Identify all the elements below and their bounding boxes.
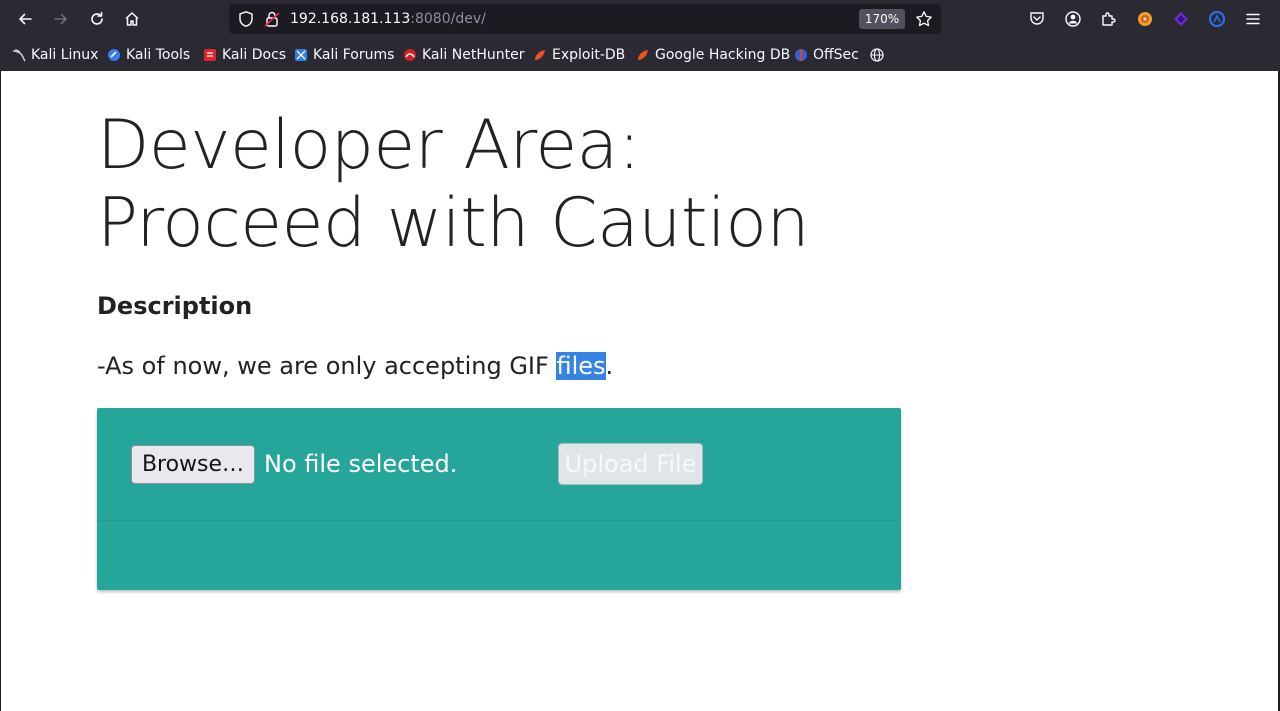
- upload-file-button[interactable]: Upload File: [558, 443, 703, 485]
- kali-forums-icon: [295, 49, 307, 61]
- web-page: Developer Area: Proceed with Caution Des…: [1, 71, 1278, 711]
- selected-text: files: [556, 352, 606, 380]
- card-divider: [97, 520, 901, 521]
- url-path: :8080/dev/: [410, 11, 486, 27]
- browse-button[interactable]: Browse…: [131, 445, 255, 484]
- circle-extension-icon: [1208, 10, 1226, 28]
- ghdb-icon: [638, 50, 648, 60]
- account-icon: [1065, 11, 1081, 27]
- bookmark-exploit-db[interactable]: Exploit-DB: [533, 46, 625, 64]
- kali-nethunter-icon: [404, 49, 416, 61]
- bookmark-kali-forums[interactable]: Kali Forums: [294, 46, 394, 64]
- offsec-icon: [795, 49, 807, 61]
- bookmark-kali-tools[interactable]: Kali Tools: [107, 46, 190, 64]
- bookmark-label: Kali Docs: [222, 47, 287, 63]
- extension-foxyproxy-button[interactable]: [1132, 6, 1158, 32]
- back-button[interactable]: [12, 6, 38, 32]
- page-title: Developer Area: Proceed with Caution: [97, 107, 997, 263]
- bookmark-kali-linux[interactable]: Kali Linux: [12, 46, 98, 64]
- arrow-left-icon: [19, 13, 32, 25]
- navigation-toolbar: 192.168.181.113:8080/dev/ 170%: [0, 0, 1280, 38]
- forward-button[interactable]: [48, 6, 74, 32]
- bookmark-label: Kali Linux: [31, 47, 99, 63]
- bookmark-globe[interactable]: [870, 46, 884, 64]
- tracking-shield-icon[interactable]: [237, 10, 255, 28]
- home-icon: [125, 12, 139, 26]
- bookmark-label: Kali Tools: [126, 47, 191, 63]
- browser-chrome: 192.168.181.113:8080/dev/ 170% Kali Linu…: [0, 0, 1280, 71]
- upload-form: Browse… No file selected. Upload File: [97, 408, 901, 590]
- app-menu-button[interactable]: [1240, 6, 1266, 32]
- url-text[interactable]: 192.168.181.113:8080/dev/: [290, 10, 486, 28]
- pocket-button[interactable]: [1024, 6, 1050, 32]
- bookmark-kali-docs[interactable]: Kali Docs: [203, 46, 286, 64]
- fox-extension-icon: [1138, 12, 1152, 26]
- url-host: 192.168.181.113: [290, 11, 411, 27]
- extensions-button[interactable]: [1096, 6, 1122, 32]
- bookmarks-toolbar: Kali Linux Kali Tools Kali Docs Kali For…: [0, 40, 1280, 70]
- bookmark-kali-nethunter[interactable]: Kali NetHunter: [403, 46, 524, 64]
- zoom-level-button[interactable]: 170%: [859, 9, 905, 29]
- pocket-icon: [1030, 12, 1044, 25]
- bookmark-label: Exploit-DB: [552, 47, 626, 63]
- bookmark-label: Google Hacking DB: [655, 47, 791, 63]
- description-heading: Description: [97, 292, 253, 320]
- title-line-1: Developer Area:: [97, 106, 641, 185]
- kali-docs-icon: [204, 49, 216, 61]
- bookmark-star-icon[interactable]: [915, 10, 933, 28]
- bookmark-google-hacking-db[interactable]: Google Hacking DB: [636, 46, 790, 64]
- globe-icon: [870, 48, 884, 62]
- file-status: No file selected.: [264, 450, 458, 478]
- kali-tools-icon: [108, 49, 120, 61]
- exploit-db-icon: [535, 50, 545, 60]
- bookmark-label: Kali Forums: [313, 47, 395, 63]
- insecure-lock-icon[interactable]: [263, 10, 281, 28]
- puzzle-icon: [1102, 12, 1116, 26]
- description-text-after: .: [605, 352, 614, 380]
- reload-button[interactable]: [84, 6, 110, 32]
- account-button[interactable]: [1060, 6, 1086, 32]
- arrow-right-icon: [54, 13, 67, 25]
- reload-icon: [91, 11, 103, 25]
- description-text: -As of now, we are only accepting GIF fi…: [97, 351, 613, 381]
- bookmark-offsec[interactable]: OffSec: [794, 46, 859, 64]
- extension-blue-button[interactable]: [1204, 6, 1230, 32]
- hamburger-menu-icon: [1246, 13, 1260, 25]
- home-button[interactable]: [119, 6, 145, 32]
- bookmark-label: OffSec: [813, 47, 859, 63]
- kali-dragon-icon: [12, 49, 26, 62]
- diamond-extension-icon: [1174, 12, 1188, 26]
- extension-purple-button[interactable]: [1168, 6, 1194, 32]
- title-line-2: Proceed with Caution: [97, 184, 810, 263]
- address-bar[interactable]: 192.168.181.113:8080/dev/ 170%: [229, 4, 941, 34]
- description-text-before: -As of now, we are only accepting GIF: [97, 352, 557, 380]
- bookmark-label: Kali NetHunter: [422, 47, 525, 63]
